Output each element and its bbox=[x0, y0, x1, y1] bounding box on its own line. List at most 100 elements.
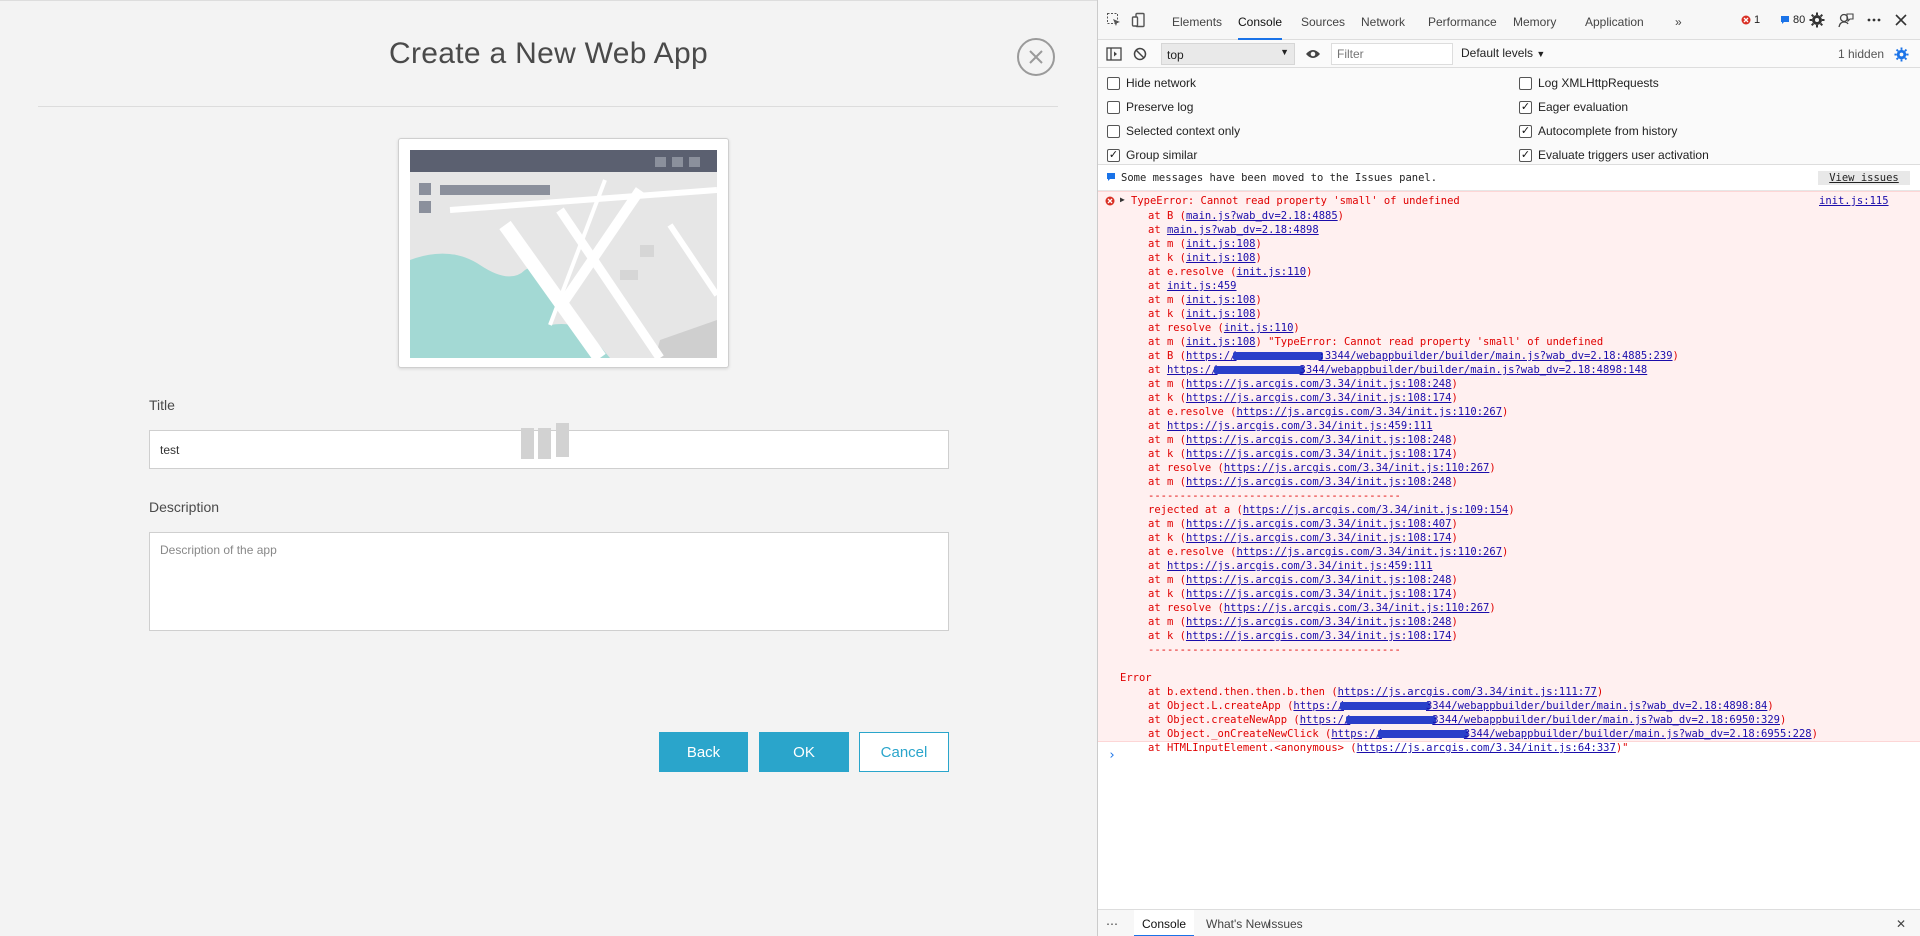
tab-network[interactable]: Network bbox=[1361, 0, 1405, 40]
stack-frame-link[interactable]: https://js.arcgis.com/3.34/init.js:108:1… bbox=[1186, 588, 1452, 600]
stack-frame-link[interactable]: https://js.arcgis.com/3.34/init.js:108:2… bbox=[1186, 616, 1452, 628]
stack-frame-link[interactable]: https://js.arcgis.com/3.34/init.js:108:1… bbox=[1186, 630, 1452, 642]
stack-frame-link[interactable]: init.js:108 bbox=[1186, 336, 1256, 348]
stack-frame-link-text: https://js.arcgis.com/3.34/init.js:108:2… bbox=[1185, 574, 1452, 586]
stack-frame-link[interactable]: https:// 3344/webappbuilder/builder/main.… bbox=[1167, 364, 1647, 376]
message-counter[interactable]: 80 bbox=[1780, 14, 1805, 26]
feedback-icon[interactable] bbox=[1837, 11, 1855, 29]
settings-gear-icon[interactable] bbox=[1892, 45, 1910, 63]
stack-frame-link-text: init.js:108 bbox=[1185, 294, 1256, 306]
checkbox-preserve-log[interactable] bbox=[1107, 100, 1120, 114]
tab-application[interactable]: Application bbox=[1585, 0, 1644, 40]
more-icon[interactable] bbox=[1865, 11, 1883, 29]
tab-sources[interactable]: Sources bbox=[1301, 0, 1345, 40]
stack-frame-link[interactable]: https://js.arcgis.com/3.34/init.js:108:2… bbox=[1186, 574, 1452, 586]
checkbox-autocomplete-from-history[interactable]: ✓ bbox=[1519, 124, 1532, 138]
stack-frame-link[interactable]: https:// 3344/webappbuilder/builder/main.… bbox=[1293, 700, 1767, 712]
view-issues-button[interactable]: View issues bbox=[1818, 171, 1910, 185]
stack-frame-link[interactable]: https://js.arcgis.com/3.34/init.js:64:33… bbox=[1357, 742, 1616, 754]
stack-frame-suffix: ) bbox=[1451, 434, 1458, 446]
filter-input[interactable] bbox=[1331, 43, 1453, 65]
sidebar-icon[interactable] bbox=[1105, 45, 1123, 63]
eye-icon[interactable] bbox=[1304, 45, 1322, 63]
setting-autocomplete-from-history[interactable]: ✓ Autocomplete from history bbox=[1519, 124, 1677, 138]
tab-performance[interactable]: Performance bbox=[1428, 0, 1497, 40]
stack-frame-link[interactable]: init.js:108 bbox=[1186, 238, 1256, 250]
drawer-close-icon[interactable]: ✕ bbox=[1896, 910, 1906, 936]
checkbox-group-similar[interactable]: ✓ bbox=[1107, 148, 1120, 162]
inspect-icon[interactable] bbox=[1105, 11, 1123, 29]
stack-frame-link[interactable]: https://js.arcgis.com/3.34/init.js:110:2… bbox=[1224, 462, 1490, 474]
stack-frame-link[interactable]: https:// 3344/webappbuilder/builder/main.… bbox=[1331, 728, 1811, 740]
checkbox-selected-context-only[interactable] bbox=[1107, 124, 1120, 138]
checkbox-eager-evaluation[interactable]: ✓ bbox=[1519, 100, 1532, 114]
clear-icon[interactable] bbox=[1131, 45, 1149, 63]
stack-frame-link[interactable]: https://js.arcgis.com/3.34/init.js:111:7… bbox=[1338, 686, 1597, 698]
tab-console[interactable]: Console bbox=[1238, 0, 1283, 40]
close-dialog-button[interactable] bbox=[1017, 38, 1055, 76]
settings-icon[interactable] bbox=[1808, 11, 1826, 29]
setting-preserve-log[interactable]: Preserve log bbox=[1107, 100, 1193, 114]
tab-elements[interactable]: Elements bbox=[1172, 0, 1222, 40]
stack-frame-link[interactable]: https:// 3344/webappbuilder/builder/main.… bbox=[1300, 714, 1780, 726]
cancel-button[interactable]: Cancel bbox=[859, 732, 949, 772]
stack-frame-link-path: 3344/webappbuilder/builder/main.js?wab_d… bbox=[1432, 714, 1780, 726]
stack-frame-link[interactable]: init.js:108 bbox=[1186, 252, 1256, 264]
stack-frame-link[interactable]: init.js:108 bbox=[1186, 308, 1256, 320]
back-button[interactable]: Back bbox=[659, 732, 748, 772]
setting-group-similar[interactable]: ✓ Group similar bbox=[1107, 148, 1197, 162]
setting-hide-network[interactable]: Hide network bbox=[1107, 76, 1196, 90]
stack-frame-suffix: ) "TypeError: Cannot read property 'smal… bbox=[1255, 336, 1604, 348]
checkbox-hide-network[interactable] bbox=[1107, 76, 1120, 90]
stack-frame-link[interactable]: init.js:110 bbox=[1237, 266, 1307, 278]
drawer-tab-console[interactable]: Console bbox=[1134, 910, 1195, 936]
device-icon[interactable] bbox=[1130, 11, 1148, 29]
checkbox-log-xmlhttprequests[interactable] bbox=[1519, 76, 1532, 90]
stack-frame-link[interactable]: https://js.arcgis.com/3.34/init.js:108:1… bbox=[1186, 532, 1452, 544]
stack-frame-link[interactable]: init.js:459 bbox=[1167, 280, 1237, 292]
setting-eager-evaluation[interactable]: ✓ Eager evaluation bbox=[1519, 100, 1628, 114]
stack-frame-link[interactable]: init.js:108 bbox=[1186, 294, 1256, 306]
setting-log-xmlhttprequests[interactable]: Log XMLHttpRequests bbox=[1519, 76, 1659, 90]
stack-frame-link[interactable]: https://js.arcgis.com/3.34/init.js:108:2… bbox=[1186, 378, 1452, 390]
console-prompt[interactable]: › bbox=[1108, 748, 1116, 763]
stack-frame-link[interactable]: https://js.arcgis.com/3.34/init.js:110:2… bbox=[1237, 406, 1503, 418]
stack-frame: at k (https://js.arcgis.com/3.34/init.js… bbox=[1148, 391, 1458, 405]
stack-frame-link[interactable]: https://js.arcgis.com/3.34/init.js:108:2… bbox=[1186, 434, 1452, 446]
stack-frame-link[interactable]: init.js:110 bbox=[1224, 322, 1294, 334]
context-select[interactable]: top ▼ bbox=[1161, 43, 1295, 65]
setting-selected-context-only[interactable]: Selected context only bbox=[1107, 124, 1240, 138]
stack-frame-link[interactable]: https://js.arcgis.com/3.34/init.js:109:1… bbox=[1243, 504, 1509, 516]
stack-frame-suffix: ) bbox=[1767, 700, 1774, 712]
stack-frame-link[interactable]: https://js.arcgis.com/3.34/init.js:108:1… bbox=[1186, 448, 1452, 460]
description-input[interactable] bbox=[149, 532, 949, 631]
close-icon[interactable] bbox=[1892, 11, 1910, 29]
stack-frame-link[interactable]: https://js.arcgis.com/3.34/init.js:108:4… bbox=[1186, 518, 1452, 530]
stack-frame-link-text: https://js.arcgis.com/3.34/init.js:109:1… bbox=[1242, 504, 1509, 516]
setting-label: Group similar bbox=[1126, 148, 1198, 162]
stack-frame-link[interactable]: https://js.arcgis.com/3.34/init.js:110:2… bbox=[1237, 546, 1503, 558]
stack-frame-link[interactable]: https://js.arcgis.com/3.34/init.js:459:1… bbox=[1167, 420, 1433, 432]
drawer-tab-what-s-new[interactable]: What's New bbox=[1206, 910, 1270, 936]
setting-evaluate-triggers-user-activation[interactable]: ✓ Evaluate triggers user activation bbox=[1519, 148, 1709, 162]
stack-frame-link-text: https://js.arcgis.com/3.34/init.js:459:1… bbox=[1166, 420, 1433, 432]
log-levels-dropdown[interactable]: Default levels ▼ bbox=[1461, 46, 1545, 60]
stack-frame-link[interactable]: main.js?wab_dv=2.18:4885 bbox=[1186, 210, 1338, 222]
stack-frame-link[interactable]: https://js.arcgis.com/3.34/init.js:108:2… bbox=[1186, 476, 1452, 488]
stack-frame-link[interactable]: https://js.arcgis.com/3.34/init.js:108:1… bbox=[1186, 392, 1452, 404]
stack-frame-link[interactable]: main.js?wab_dv=2.18:4898 bbox=[1167, 224, 1319, 236]
stack-frame-link[interactable]: https://js.arcgis.com/3.34/init.js:110:2… bbox=[1224, 602, 1490, 614]
stack-frame-link[interactable]: https://js.arcgis.com/3.34/init.js:459:1… bbox=[1167, 560, 1433, 572]
error-source-link[interactable]: init.js:115 bbox=[1819, 195, 1889, 207]
stack-frame-link[interactable]: https://:3344/webappbuilder/builder/main… bbox=[1186, 350, 1673, 362]
stack-frame-link-text: https://js.arcgis.com/3.34/init.js:108:1… bbox=[1185, 448, 1452, 460]
drawer-more-icon[interactable]: ⋯ bbox=[1106, 910, 1118, 936]
more-tabs-button[interactable]: » bbox=[1675, 0, 1682, 40]
tab-memory[interactable]: Memory bbox=[1513, 0, 1556, 40]
ok-button[interactable]: OK bbox=[759, 732, 849, 772]
stack-frame-text: at resolve ( bbox=[1148, 322, 1224, 334]
error-counter[interactable]: 1 bbox=[1741, 14, 1760, 26]
drawer-tab-issues[interactable]: Issues bbox=[1268, 910, 1303, 936]
expand-triangle-icon[interactable]: ▶ bbox=[1120, 195, 1125, 204]
checkbox-evaluate-triggers-user-activation[interactable]: ✓ bbox=[1519, 148, 1532, 162]
